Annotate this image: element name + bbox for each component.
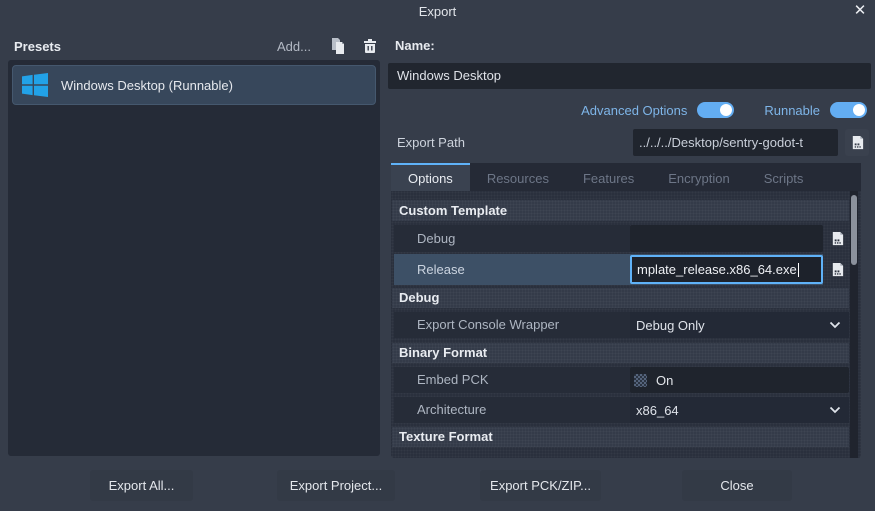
export-path-input[interactable]: ../../../Desktop/sentry-godot-t bbox=[633, 129, 838, 156]
preset-item-label: Windows Desktop (Runnable) bbox=[61, 78, 233, 93]
console-wrapper-dropdown[interactable]: Debug Only bbox=[630, 312, 849, 338]
tab-encryption[interactable]: Encryption bbox=[651, 163, 746, 191]
embed-pck-value: On bbox=[656, 373, 673, 388]
advanced-options-label: Advanced Options bbox=[581, 103, 687, 118]
scrollbar-thumb[interactable] bbox=[851, 195, 857, 265]
toggle-knob bbox=[720, 104, 732, 116]
row-architecture-label: Architecture bbox=[394, 397, 630, 423]
options-inspector: Custom Template Debug Release mplate_rel… bbox=[391, 191, 861, 458]
tab-features[interactable]: Features bbox=[566, 163, 651, 191]
duplicate-icon bbox=[330, 38, 346, 54]
release-template-input[interactable]: mplate_release.x86_64.exe bbox=[630, 255, 823, 284]
embed-pck-checkbox[interactable] bbox=[634, 374, 647, 387]
windows-logo-icon bbox=[22, 73, 48, 97]
options-tabbar: Options Resources Features Encryption Sc… bbox=[391, 163, 861, 191]
file-browse-icon bbox=[850, 135, 865, 150]
export-pck-zip-button[interactable]: Export PCK/ZIP... bbox=[480, 470, 601, 501]
dialog-title: Export bbox=[0, 4, 875, 19]
file-browse-icon bbox=[830, 262, 845, 277]
export-dialog: Export ✕ Presets Add... bbox=[0, 0, 875, 511]
release-template-browse-button[interactable] bbox=[825, 255, 849, 284]
name-label: Name: bbox=[395, 38, 435, 53]
section-texture-format: Texture Format bbox=[392, 427, 849, 447]
tab-options[interactable]: Options bbox=[391, 163, 470, 191]
close-button[interactable]: Close bbox=[682, 470, 792, 501]
export-all-button[interactable]: Export All... bbox=[90, 470, 193, 501]
console-wrapper-value: Debug Only bbox=[636, 318, 829, 333]
delete-preset-button[interactable] bbox=[361, 37, 379, 55]
toggle-knob bbox=[853, 104, 865, 116]
section-binary-format: Binary Format bbox=[392, 343, 849, 363]
duplicate-preset-button[interactable] bbox=[329, 37, 347, 55]
tab-scripts[interactable]: Scripts bbox=[747, 163, 821, 191]
inspector-scrollbar[interactable] bbox=[850, 191, 858, 458]
row-release-label: Release bbox=[394, 254, 630, 285]
debug-template-browse-button[interactable] bbox=[825, 225, 849, 252]
toggles-row: Advanced Options Runnable bbox=[388, 99, 871, 121]
export-project-button[interactable]: Export Project... bbox=[277, 470, 395, 501]
row-embed-pck-label: Embed PCK bbox=[394, 367, 630, 393]
export-path-label: Export Path bbox=[397, 135, 465, 150]
debug-template-input[interactable] bbox=[630, 225, 823, 252]
section-custom-template: Custom Template bbox=[392, 200, 849, 221]
advanced-options-toggle[interactable] bbox=[697, 102, 734, 118]
name-input[interactable]: Windows Desktop bbox=[388, 63, 871, 89]
runnable-toggle[interactable] bbox=[830, 102, 867, 118]
embed-pck-row: On bbox=[630, 367, 849, 393]
tab-resources[interactable]: Resources bbox=[470, 163, 566, 191]
preset-item-windows-desktop[interactable]: Windows Desktop (Runnable) bbox=[12, 65, 376, 105]
runnable-label: Runnable bbox=[764, 103, 820, 118]
row-console-wrapper-label: Export Console Wrapper bbox=[394, 312, 630, 338]
architecture-dropdown[interactable]: x86_64 bbox=[630, 397, 849, 423]
architecture-value: x86_64 bbox=[636, 403, 829, 418]
section-debug: Debug bbox=[392, 288, 849, 308]
close-icon[interactable]: ✕ bbox=[852, 3, 868, 19]
text-caret bbox=[798, 263, 799, 277]
presets-header: Presets bbox=[14, 39, 61, 54]
preset-list: Windows Desktop (Runnable) bbox=[8, 60, 380, 456]
chevron-down-icon bbox=[829, 321, 841, 329]
export-path-browse-button[interactable] bbox=[845, 129, 869, 156]
row-debug-label: Debug bbox=[394, 225, 630, 252]
add-preset-button[interactable]: Add... bbox=[277, 39, 311, 54]
file-browse-icon bbox=[830, 231, 845, 246]
release-template-value: mplate_release.x86_64.exe bbox=[637, 262, 797, 277]
trash-icon bbox=[362, 38, 378, 54]
chevron-down-icon bbox=[829, 406, 841, 414]
